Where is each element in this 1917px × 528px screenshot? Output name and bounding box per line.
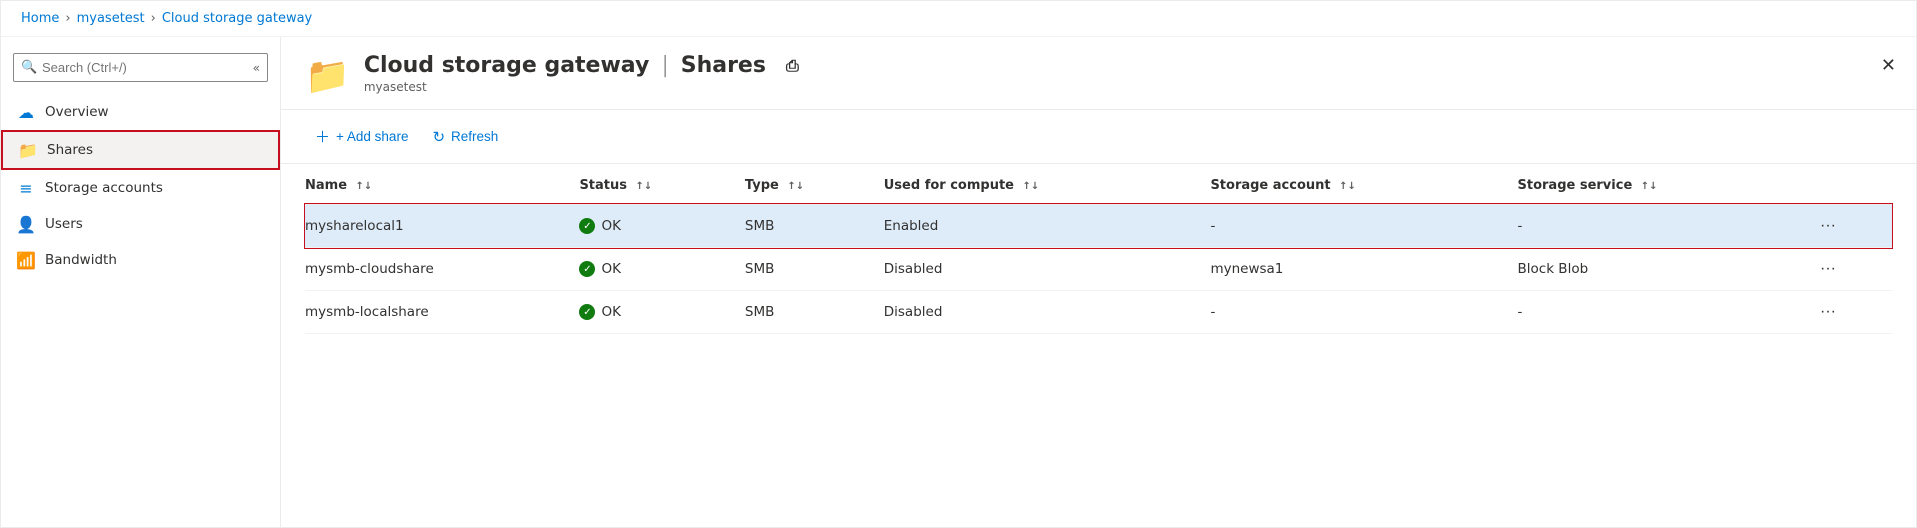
sidebar-item-storage-accounts[interactable]: ≡ Storage accounts [1,170,280,206]
sidebar-item-bandwidth[interactable]: 📶 Bandwidth [1,242,280,278]
user-icon: 👤 [17,215,35,233]
bandwidth-icon: 📶 [17,251,35,269]
print-button[interactable]: ⎙ [786,56,799,76]
breadcrumb: Home › myasetest › Cloud storage gateway [1,1,1916,37]
breadcrumb-home[interactable]: Home [21,11,59,26]
shares-table: Name ↑↓ Status ↑↓ Type ↑↓ [305,168,1892,334]
sort-arrows-compute: ↑↓ [1023,181,1040,192]
refresh-button[interactable]: ↻ Refresh [422,122,508,152]
cell-status: ✓ OK [579,291,744,334]
title-divider: | [661,53,668,78]
sidebar-label-storage-accounts: Storage accounts [45,180,163,196]
page-title-section: Shares [681,53,766,78]
page-subtitle: myasetest [364,80,799,94]
sort-arrows-type: ↑↓ [787,181,804,192]
sidebar: 🔍 « ☁ Overview 📁 Shares ≡ Storage accoun… [1,37,281,527]
cell-more-actions: ··· [1814,204,1892,248]
cell-name: mysharelocal1 [305,204,579,248]
cell-type: SMB [745,204,884,248]
shares-table-area: Name ↑↓ Status ↑↓ Type ↑↓ [281,164,1916,527]
page-title: Cloud storage gateway | Shares ⎙ [364,53,799,78]
more-actions-button[interactable]: ··· [1814,258,1842,280]
more-actions-button[interactable]: ··· [1814,215,1842,237]
cell-storage-account: - [1210,204,1517,248]
cell-more-actions: ··· [1814,248,1892,291]
sidebar-navigation: ☁ Overview 📁 Shares ≡ Storage accounts 👤… [1,94,280,278]
sort-arrows-status: ↑↓ [636,181,653,192]
cell-storage-service: Block Blob [1518,248,1814,291]
search-input[interactable] [13,53,268,82]
page-header-icon: 📁 [305,55,350,97]
cell-name: mysmb-localshare [305,291,579,334]
folder-icon: 📁 [19,141,37,159]
sidebar-item-users[interactable]: 👤 Users [1,206,280,242]
sidebar-label-users: Users [45,216,83,232]
status-ok-icon: ✓ [579,218,595,234]
sidebar-label-overview: Overview [45,104,109,120]
refresh-icon: ↻ [432,128,445,146]
status-ok-icon: ✓ [579,261,595,277]
page-title-main: Cloud storage gateway [364,53,649,78]
sidebar-label-bandwidth: Bandwidth [45,252,117,268]
cloud-icon: ☁ [17,103,35,121]
sidebar-item-shares[interactable]: 📁 Shares [1,130,280,170]
cell-storage-account: mynewsa1 [1210,248,1517,291]
cell-storage-account: - [1210,291,1517,334]
page-header-text: Cloud storage gateway | Shares ⎙ myasete… [364,53,799,94]
breadcrumb-cloud-storage-gateway[interactable]: Cloud storage gateway [162,11,312,26]
cell-compute: Disabled [884,248,1211,291]
close-button[interactable]: ✕ [1881,55,1896,76]
search-bar-container: 🔍 « [13,53,268,82]
app-container: Home › myasetest › Cloud storage gateway… [0,0,1917,528]
col-header-type[interactable]: Type ↑↓ [745,168,884,204]
cell-storage-service: - [1518,291,1814,334]
cell-status: ✓ OK [579,204,744,248]
col-header-storage-account[interactable]: Storage account ↑↓ [1210,168,1517,204]
sort-arrows-name: ↑↓ [356,181,373,192]
table-row[interactable]: mysharelocal1 ✓ OK SMB Enabled - - ··· [305,204,1892,248]
col-header-storage-service[interactable]: Storage service ↑↓ [1518,168,1814,204]
cell-compute: Enabled [884,204,1211,248]
cell-name: mysmb-cloudshare [305,248,579,291]
content-area: 📁 Cloud storage gateway | Shares ⎙ myase… [281,37,1916,527]
table-row[interactable]: mysmb-localshare ✓ OK SMB Disabled - - ·… [305,291,1892,334]
col-header-name[interactable]: Name ↑↓ [305,168,579,204]
col-header-compute[interactable]: Used for compute ↑↓ [884,168,1211,204]
sort-arrows-storage-service: ↑↓ [1641,181,1658,192]
page-header: 📁 Cloud storage gateway | Shares ⎙ myase… [281,37,1916,110]
status-ok-icon: ✓ [579,304,595,320]
status-text: OK [601,261,620,277]
main-layout: 🔍 « ☁ Overview 📁 Shares ≡ Storage accoun… [1,37,1916,527]
breadcrumb-myasetest[interactable]: myasetest [77,11,145,26]
status-text: OK [601,218,620,234]
cell-type: SMB [745,248,884,291]
add-icon: ＋ [315,126,330,147]
add-share-button[interactable]: ＋ + Add share [305,120,418,153]
status-text: OK [601,304,620,320]
col-header-status[interactable]: Status ↑↓ [579,168,744,204]
more-actions-button[interactable]: ··· [1814,301,1842,323]
collapse-sidebar-button[interactable]: « [253,61,260,75]
sidebar-label-shares: Shares [47,142,93,158]
cell-type: SMB [745,291,884,334]
toolbar: ＋ + Add share ↻ Refresh [281,110,1916,164]
search-icon: 🔍 [21,60,37,75]
storage-icon: ≡ [17,179,35,197]
cell-more-actions: ··· [1814,291,1892,334]
cell-compute: Disabled [884,291,1211,334]
sort-arrows-storage-account: ↑↓ [1339,181,1356,192]
sidebar-item-overview[interactable]: ☁ Overview [1,94,280,130]
table-row[interactable]: mysmb-cloudshare ✓ OK SMB Disabled mynew… [305,248,1892,291]
cell-storage-service: - [1518,204,1814,248]
cell-status: ✓ OK [579,248,744,291]
col-header-actions [1814,168,1892,204]
